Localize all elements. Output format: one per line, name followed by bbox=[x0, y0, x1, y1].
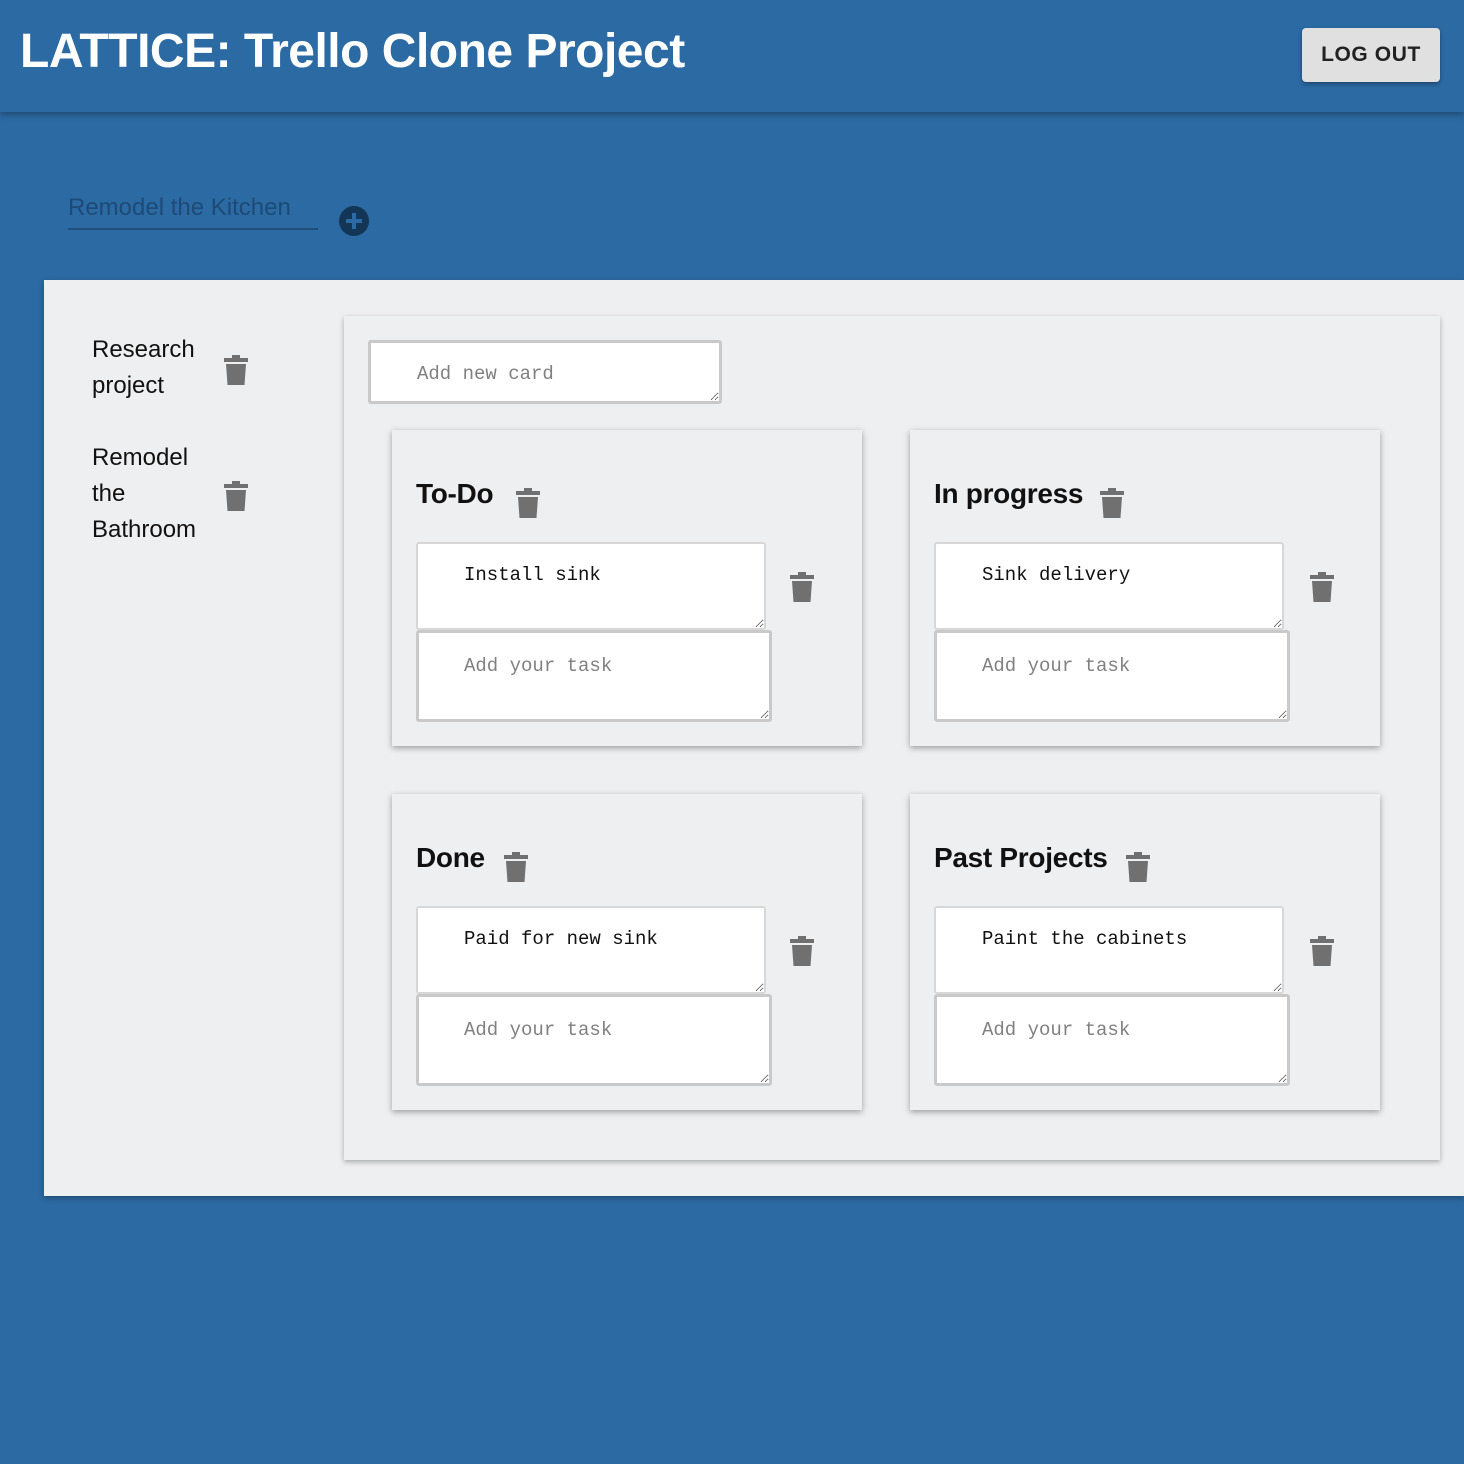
sidebar-item-label: Research project bbox=[92, 336, 195, 399]
list-in-progress: In progress Sink delivery bbox=[910, 430, 1380, 746]
add-circle-icon[interactable] bbox=[339, 206, 369, 236]
trash-icon[interactable] bbox=[1100, 488, 1124, 518]
task-card[interactable]: Sink delivery bbox=[934, 542, 1284, 630]
sidebar-item-remodel-the-bathroom[interactable]: Remodel the Bathroom bbox=[92, 440, 312, 550]
trash-icon[interactable] bbox=[224, 355, 248, 385]
sidebar-item-label: Remodel the Bathroom bbox=[92, 444, 197, 543]
trash-icon[interactable] bbox=[504, 852, 528, 882]
app-title: LATTICE: Trello Clone Project bbox=[20, 25, 685, 78]
trash-icon[interactable] bbox=[1310, 936, 1334, 966]
task-card[interactable]: Paint the cabinets bbox=[934, 906, 1284, 994]
task-card[interactable]: Paid for new sink bbox=[416, 906, 766, 994]
trash-icon[interactable] bbox=[224, 481, 248, 511]
board: To-Do Install sink In progress Sink deli… bbox=[344, 316, 1440, 1160]
add-task-input[interactable] bbox=[934, 994, 1290, 1086]
trash-icon[interactable] bbox=[516, 488, 540, 518]
trash-icon[interactable] bbox=[1310, 572, 1334, 602]
task-card[interactable]: Install sink bbox=[416, 542, 766, 630]
trash-icon[interactable] bbox=[790, 936, 814, 966]
sidebar-item-research-project[interactable]: Research project bbox=[92, 332, 312, 412]
list-done: Done Paid for new sink bbox=[392, 794, 862, 1110]
list-title: Done bbox=[416, 842, 485, 873]
list-to-do: To-Do Install sink bbox=[392, 430, 862, 746]
add-task-input[interactable] bbox=[416, 994, 772, 1086]
logout-button[interactable]: LOG OUT bbox=[1302, 28, 1440, 82]
add-card-input[interactable] bbox=[368, 340, 722, 404]
list-title: To-Do bbox=[416, 478, 494, 509]
add-task-input[interactable] bbox=[934, 630, 1290, 722]
main-panel: Research project Remodel the Bathroom To… bbox=[44, 280, 1464, 1196]
trash-icon[interactable] bbox=[790, 572, 814, 602]
add-task-input[interactable] bbox=[416, 630, 772, 722]
list-past-projects: Past Projects Paint the cabinets bbox=[910, 794, 1380, 1110]
list-title: Past Projects bbox=[934, 842, 1108, 873]
app-bar: LATTICE: Trello Clone Project LOG OUT bbox=[0, 0, 1464, 112]
trash-icon[interactable] bbox=[1126, 852, 1150, 882]
list-title: In progress bbox=[934, 478, 1084, 509]
new-project-input[interactable] bbox=[68, 188, 318, 230]
